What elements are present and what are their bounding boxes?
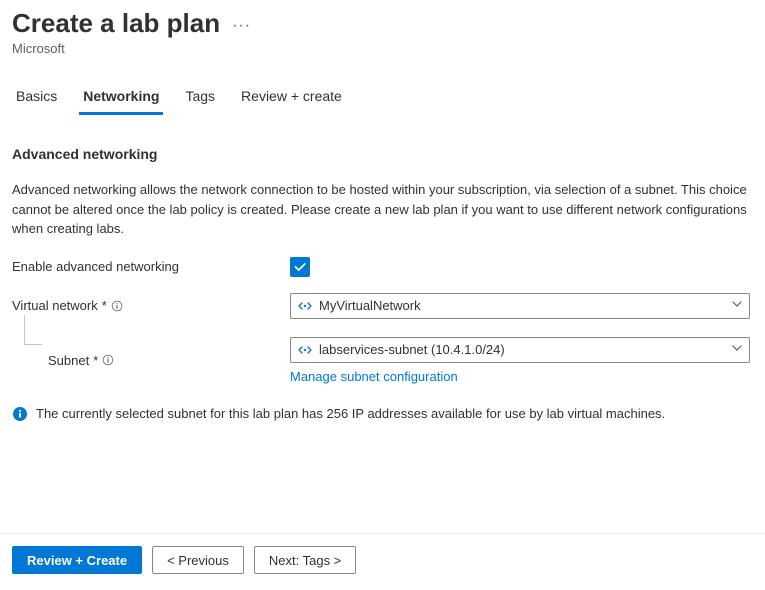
virtual-network-value: MyVirtualNetwork	[319, 298, 725, 313]
footer-actions: Review + Create < Previous Next: Tags >	[0, 533, 765, 590]
section-description: Advanced networking allows the network c…	[12, 180, 752, 239]
enable-advanced-networking-checkbox[interactable]	[290, 257, 310, 277]
subnet-icon	[297, 342, 313, 358]
page-subtitle: Microsoft	[12, 41, 753, 56]
virtual-network-dropdown[interactable]: MyVirtualNetwork	[290, 293, 750, 319]
subnet-label: Subnet	[48, 353, 89, 368]
subnet-value: labservices-subnet (10.4.1.0/24)	[319, 342, 725, 357]
previous-button[interactable]: < Previous	[152, 546, 244, 574]
checkmark-icon	[293, 260, 307, 274]
tab-tags[interactable]: Tags	[181, 82, 219, 115]
tab-networking[interactable]: Networking	[79, 82, 163, 115]
info-bubble-icon	[12, 406, 28, 422]
section-heading: Advanced networking	[12, 146, 753, 162]
chevron-down-icon	[731, 342, 743, 357]
chevron-down-icon	[731, 298, 743, 313]
manage-subnet-link[interactable]: Manage subnet configuration	[290, 369, 458, 384]
review-create-button[interactable]: Review + Create	[12, 546, 142, 574]
tab-basics[interactable]: Basics	[12, 82, 61, 115]
more-options-icon[interactable]: ···	[232, 13, 251, 35]
virtual-network-label: Virtual network	[12, 298, 98, 313]
next-button[interactable]: Next: Tags >	[254, 546, 356, 574]
info-icon[interactable]	[111, 300, 123, 312]
page-title: Create a lab plan	[12, 8, 220, 39]
subnet-dropdown[interactable]: labservices-subnet (10.4.1.0/24)	[290, 337, 750, 363]
enable-advanced-networking-label: Enable advanced networking	[12, 259, 179, 274]
tab-bar: Basics Networking Tags Review + create	[12, 82, 753, 116]
info-icon[interactable]	[102, 354, 114, 366]
required-indicator: *	[93, 353, 98, 368]
required-indicator: *	[102, 298, 107, 313]
vnet-icon	[297, 298, 313, 314]
tab-review-create[interactable]: Review + create	[237, 82, 346, 115]
subnet-ip-info: The currently selected subnet for this l…	[36, 406, 665, 421]
